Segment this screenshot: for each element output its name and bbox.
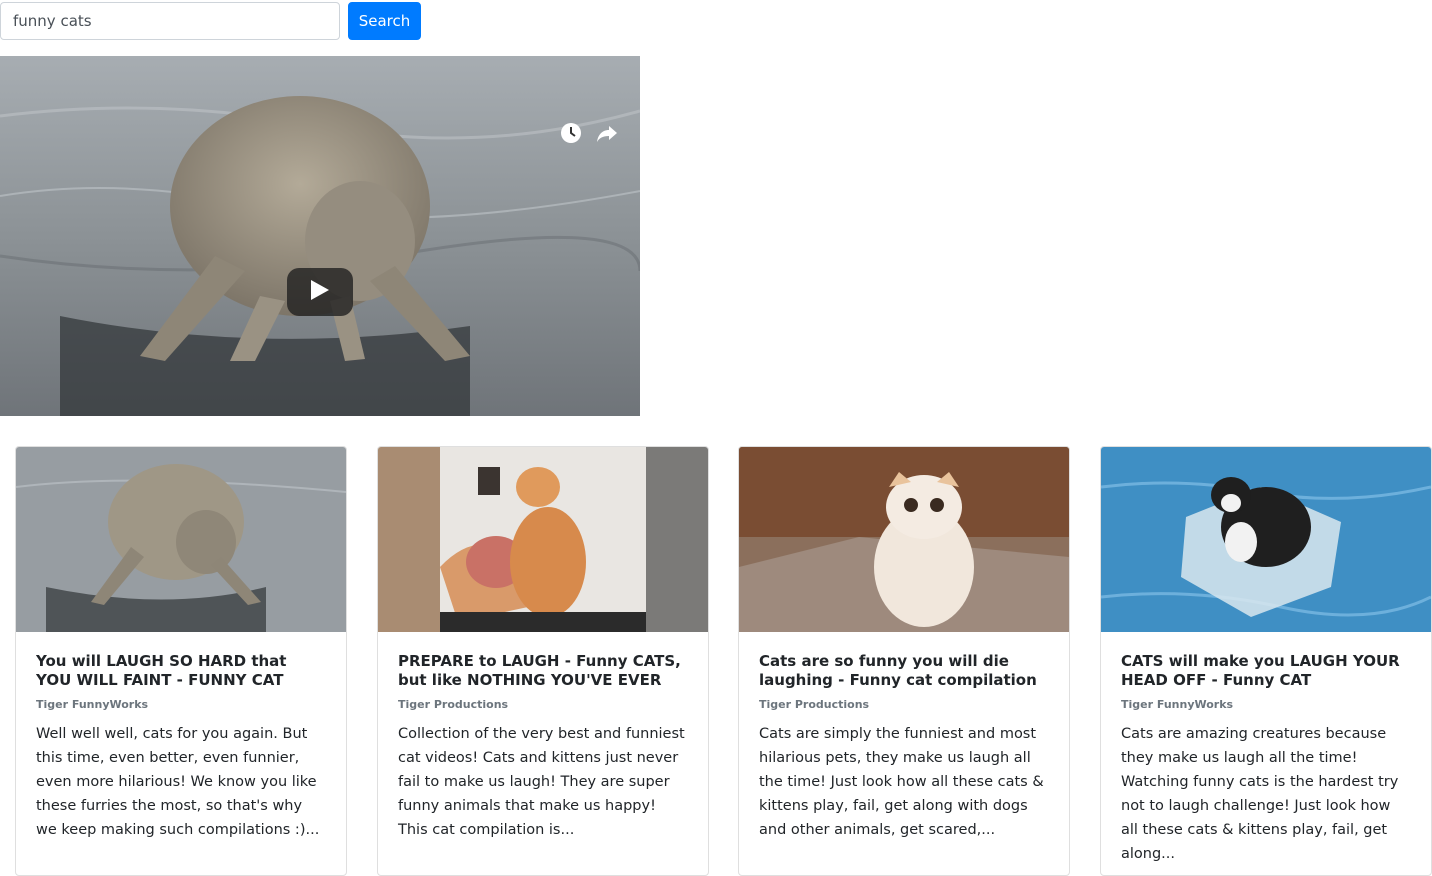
player-controls [560, 122, 618, 148]
play-icon [311, 280, 329, 304]
channel-name: Tiger Productions [398, 698, 509, 711]
video-description: Cats are simply the funniest and most hi… [759, 726, 1044, 838]
video-thumbnail[interactable] [378, 447, 708, 632]
video-card[interactable]: You will LAUGH SO HARD that YOU WILL FAI… [15, 446, 347, 876]
video-card[interactable]: CATS will make you LAUGH YOUR HEAD OFF -… [1100, 446, 1432, 876]
video-thumbnail[interactable] [739, 447, 1069, 632]
search-button[interactable]: Search [348, 2, 421, 40]
video-card[interactable]: PREPARE to LAUGH - Funny CATS, but like … [377, 446, 709, 876]
video-title[interactable]: Cats are so funny you will die laughing … [759, 652, 1049, 690]
share-icon[interactable] [596, 122, 618, 148]
clock-icon[interactable] [560, 122, 582, 148]
video-card[interactable]: Cats are so funny you will die laughing … [738, 446, 1070, 876]
video-frame-cat-on-ice [0, 56, 640, 416]
play-button[interactable] [287, 268, 353, 316]
video-title[interactable]: PREPARE to LAUGH - Funny CATS, but like … [398, 652, 688, 690]
search-input[interactable] [0, 2, 340, 40]
video-player[interactable] [0, 56, 640, 416]
video-description: Collection of the very best and funniest… [398, 726, 685, 838]
video-description: Cats are amazing creatures because they … [1121, 726, 1399, 862]
video-description: Well well well, cats for you again. But … [36, 726, 320, 838]
search-bar: Search [0, 2, 421, 40]
video-title[interactable]: You will LAUGH SO HARD that YOU WILL FAI… [36, 652, 326, 690]
channel-name: Tiger Productions [759, 698, 870, 711]
channel-name: Tiger FunnyWorks [36, 698, 149, 711]
video-thumbnail[interactable] [1101, 447, 1431, 632]
video-results: You will LAUGH SO HARD that YOU WILL FAI… [15, 446, 1432, 876]
channel-name: Tiger FunnyWorks [1121, 698, 1234, 711]
video-title[interactable]: CATS will make you LAUGH YOUR HEAD OFF -… [1121, 652, 1411, 690]
video-thumbnail[interactable] [16, 447, 346, 632]
